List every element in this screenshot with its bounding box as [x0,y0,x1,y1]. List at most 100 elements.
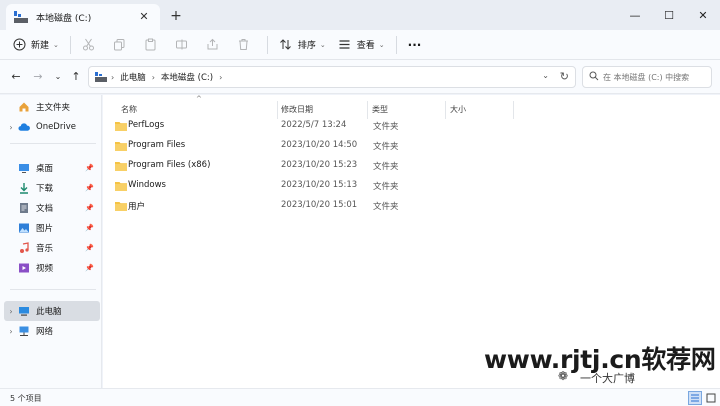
search-input[interactable] [603,72,703,82]
search-icon [589,71,599,84]
sidebar-item-music[interactable]: 音乐 📌 [4,238,100,258]
forward-arrow-icon[interactable]: → [30,69,46,85]
chevron-down-icon: ⌄ [378,40,385,49]
download-icon [18,182,30,194]
sidebar-item-videos[interactable]: 视频 📌 [4,258,100,278]
breadcrumb-local-disk[interactable]: 本地磁盘 (C:) [161,71,213,83]
pin-icon[interactable]: 📌 [85,224,94,232]
table-row[interactable]: Windows 2023/10/20 15:13 文件夹 [109,176,715,196]
computer-icon [18,305,30,317]
music-icon [18,242,30,254]
minimize-button[interactable]: — [618,0,652,30]
delete-button[interactable] [231,33,262,57]
cloud-icon [18,121,30,133]
new-tab-button[interactable]: + [166,6,186,26]
folder-icon [115,181,127,191]
address-bar[interactable]: › 此电脑 › 本地磁盘 (C:) › ⌄ ↻ [88,66,576,88]
pin-icon[interactable]: 📌 [85,244,94,252]
file-date: 2023/10/20 14:50 [281,140,358,150]
toolbar-divider [266,35,268,54]
tab-local-disk[interactable]: 本地磁盘 (C:) ✕ [6,4,160,30]
sidebar-label: 下载 [36,184,54,194]
close-tab-icon[interactable]: ✕ [136,9,152,25]
refresh-icon[interactable]: ↻ [560,70,569,83]
sort-label: 排序 [297,41,316,51]
sidebar-item-network[interactable]: › 网络 [4,321,100,341]
clipboard-icon [144,38,158,52]
sort-button[interactable]: 排序 ⌄ [273,33,332,57]
file-name: Windows [128,180,166,190]
large-icons-view-icon[interactable] [704,391,718,405]
expand-chevron-icon[interactable]: › [4,327,18,336]
sidebar-item-desktop[interactable]: 桌面 📌 [4,158,100,178]
video-icon [18,262,30,274]
pin-icon[interactable]: 📌 [85,184,94,192]
file-date: 2023/10/20 15:23 [281,160,358,170]
pin-icon[interactable]: 📌 [85,204,94,212]
sidebar-item-downloads[interactable]: 下载 📌 [4,178,100,198]
up-arrow-icon[interactable]: ↑ [68,69,84,85]
sidebar-item-this-pc[interactable]: › 此电脑 [4,301,100,321]
navigation-pane: 主文件夹 › OneDrive 桌面 📌 下载 📌 文档 📌 图片 📌 音乐 📌… [0,95,102,388]
sidebar-divider [10,289,96,290]
folder-icon [115,201,127,211]
breadcrumb-chevron-icon: › [219,72,223,82]
sidebar-label: 视频 [36,264,54,274]
item-count: 5 个项目 [10,394,42,403]
desktop-icon [18,162,30,174]
expand-chevron-icon[interactable]: › [4,123,18,132]
table-row[interactable]: Program Files 2023/10/20 14:50 文件夹 [109,136,715,156]
sidebar-item-pictures[interactable]: 图片 📌 [4,218,100,238]
rename-button[interactable] [169,33,200,57]
file-type: 文件夹 [373,202,399,212]
wechat-icon: ❁ [558,369,569,383]
pin-icon[interactable]: 📌 [85,164,94,172]
close-window-button[interactable]: ✕ [686,0,720,30]
more-options-button[interactable]: ··· [402,33,428,57]
new-button[interactable]: 新建 ⌄ [6,33,65,57]
command-bar: 新建 ⌄ 排序 ⌄ 查看 ⌄ ··· [0,30,720,60]
file-type: 文件夹 [373,162,399,172]
share-button[interactable] [200,33,231,57]
file-name: Program Files (x86) [128,160,211,170]
pin-icon[interactable]: 📌 [85,264,94,272]
back-arrow-icon[interactable]: ← [8,69,24,85]
sidebar-label: OneDrive [36,122,76,132]
recent-chevron-icon[interactable]: ⌄ [50,69,66,85]
breadcrumb-this-pc[interactable]: 此电脑 [120,71,146,83]
file-name: Program Files [128,140,186,150]
copy-button[interactable] [107,33,138,57]
sidebar-item-documents[interactable]: 文档 📌 [4,198,100,218]
expand-chevron-icon[interactable]: › [4,307,18,316]
sidebar-label: 文档 [36,204,54,214]
file-date: 2022/5/7 13:24 [281,120,347,130]
cut-button[interactable] [76,33,107,57]
table-row[interactable]: 用户 2023/10/20 15:01 文件夹 [109,196,715,216]
share-icon [206,38,220,52]
rename-icon [175,38,189,52]
plus-circle-icon [12,38,26,52]
table-row[interactable]: PerfLogs 2022/5/7 13:24 文件夹 [109,116,715,136]
document-icon [18,202,30,214]
file-type: 文件夹 [373,142,399,152]
details-view-icon[interactable] [688,391,702,405]
maximize-button[interactable]: ☐ [652,0,686,30]
breadcrumb-chevron-icon: › [151,72,155,82]
file-type: 文件夹 [373,122,399,132]
file-name: PerfLogs [128,120,165,130]
picture-icon [18,222,30,234]
file-type: 文件夹 [373,182,399,192]
sidebar-item-onedrive[interactable]: › OneDrive [4,117,100,137]
toolbar-divider [69,35,71,54]
search-box[interactable] [582,66,712,88]
paste-button[interactable] [138,33,169,57]
table-row[interactable]: Program Files (x86) 2023/10/20 15:23 文件夹 [109,156,715,176]
file-name: 用户 [128,202,146,212]
view-button[interactable]: 查看 ⌄ [332,33,391,57]
address-history-chevron-icon[interactable]: ⌄ [542,71,549,80]
sidebar-label: 网络 [36,327,54,337]
sidebar-label: 桌面 [36,164,54,174]
trash-icon [237,38,251,52]
sidebar-item-home[interactable]: 主文件夹 [4,97,100,117]
folder-icon [115,161,127,171]
